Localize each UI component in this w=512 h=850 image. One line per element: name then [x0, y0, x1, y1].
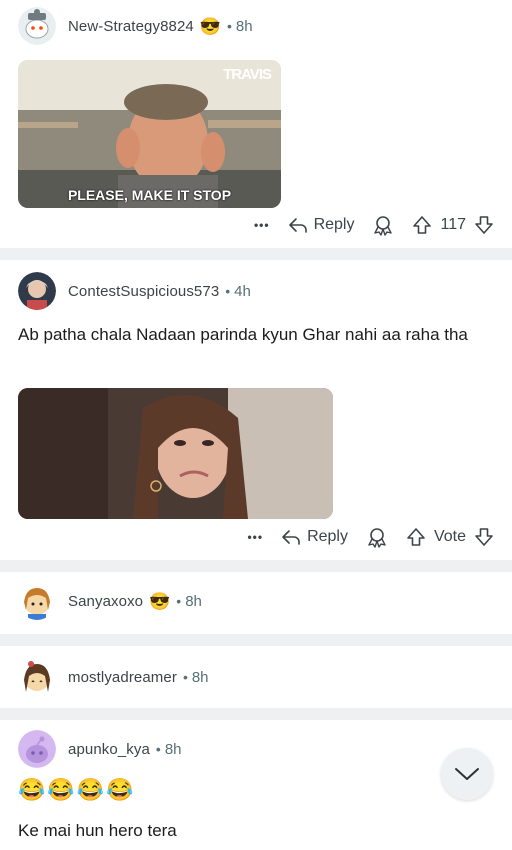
vote-count: 117 — [440, 216, 466, 233]
reply-button[interactable]: Reply — [288, 216, 355, 234]
award-icon — [368, 528, 386, 548]
username[interactable]: ContestSuspicious573 — [68, 283, 219, 300]
gif-caption: PLEASE, MAKE IT STOP — [67, 187, 232, 203]
timestamp: 8h — [185, 592, 202, 610]
comment-divider — [0, 708, 512, 720]
upvote-icon — [407, 528, 425, 546]
comment-header: ContestSuspicious573 • 4h — [18, 272, 251, 310]
gif-image[interactable]: TRAVIS PLEASE, MAKE IT STOP — [18, 60, 281, 208]
more-icon[interactable]: ••• — [247, 530, 263, 544]
comment-3-collapsed[interactable]: Sanyaxoxo 😎 • 8h — [0, 572, 512, 634]
comment-header: New-Strategy8824 😎 • 8h — [18, 7, 253, 45]
comment-header: Sanyaxoxo 😎 • 8h — [18, 582, 202, 620]
comment-divider — [0, 634, 512, 646]
separator-dot: • — [225, 283, 231, 299]
user-flair-emoji: 😎 — [149, 591, 171, 611]
comment-divider — [0, 560, 512, 572]
comment-header: mostlyadreamer • 8h — [18, 658, 209, 696]
avatar[interactable] — [18, 272, 56, 310]
comment-5: apunko_kya • 8h 😂😂😂😂 Ke mai hun hero ter… — [0, 720, 512, 850]
comment-1: New-Strategy8824 😎 • 8h TRAVIS PLEASE, M… — [0, 0, 512, 248]
award-button[interactable] — [372, 214, 394, 236]
gif-watermark: TRAVIS — [223, 66, 272, 83]
award-icon — [374, 216, 393, 236]
timestamp: 8h — [164, 740, 182, 758]
separator-dot: • — [182, 669, 188, 685]
upvote-button[interactable] — [412, 215, 432, 235]
timestamp: 8h — [235, 17, 253, 35]
upvote-button[interactable] — [406, 527, 426, 547]
separator-dot: • — [227, 18, 232, 34]
award-button[interactable] — [366, 526, 388, 548]
comment-divider — [0, 248, 512, 260]
avatar[interactable] — [18, 658, 56, 696]
avatar[interactable] — [18, 582, 56, 620]
more-icon[interactable]: ••• — [254, 218, 270, 232]
scroll-down-button[interactable] — [441, 748, 493, 800]
reply-button[interactable]: Reply — [281, 528, 348, 546]
downvote-icon — [475, 216, 493, 234]
downvote-button[interactable] — [474, 527, 494, 547]
vote-count: Vote — [433, 528, 466, 545]
separator-dot: • — [155, 741, 161, 757]
username[interactable]: Sanyaxoxo — [68, 593, 143, 610]
comment-text: Ke mai hun hero tera — [18, 821, 177, 840]
downvote-icon — [475, 528, 493, 546]
downvote-button[interactable] — [474, 215, 494, 235]
comment-2: ContestSuspicious573 • 4h Ab patha chala… — [0, 260, 512, 560]
comment-actions: ••• Reply Vote — [229, 526, 494, 548]
comment-actions: ••• Reply 117 — [236, 214, 494, 236]
username[interactable]: mostlyadreamer — [68, 669, 177, 686]
reply-icon — [288, 218, 307, 233]
comment-4-collapsed[interactable]: mostlyadreamer • 8h — [0, 646, 512, 708]
reply-label: Reply — [313, 216, 355, 233]
reply-label: Reply — [307, 528, 348, 545]
comment-emoji-line: 😂😂😂😂 — [18, 777, 136, 802]
username[interactable]: apunko_kya — [68, 741, 150, 758]
username[interactable]: New-Strategy8824 — [68, 18, 194, 35]
separator-dot: • — [176, 593, 182, 609]
user-flair-emoji: 😎 — [199, 16, 222, 36]
timestamp: 4h — [234, 282, 251, 300]
gif-image[interactable] — [18, 388, 333, 519]
reply-icon — [282, 530, 300, 545]
chevron-down-icon — [455, 768, 479, 780]
comment-text: Ab patha chala Nadaan parinda kyun Ghar … — [18, 325, 468, 344]
timestamp: 8h — [191, 668, 209, 686]
comment-header: apunko_kya • 8h — [18, 730, 182, 768]
avatar[interactable] — [18, 730, 56, 768]
upvote-icon — [413, 216, 432, 234]
avatar[interactable] — [18, 7, 56, 45]
